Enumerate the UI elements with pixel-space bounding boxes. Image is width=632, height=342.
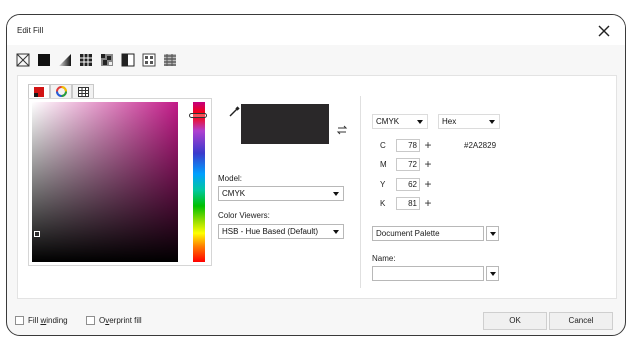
name-dropdown-button[interactable] (486, 266, 499, 281)
color-viewers-dropdown[interactable]: HSB - Hue Based (Default) (218, 224, 344, 239)
close-icon[interactable] (595, 22, 613, 40)
tab-color-harmonies[interactable] (50, 84, 72, 98)
yellow-stepper[interactable]: + (422, 177, 434, 191)
chevron-down-icon (490, 232, 496, 236)
tab-color-palettes[interactable] (72, 84, 94, 98)
saturation-brightness-square[interactable] (32, 102, 178, 262)
yellow-input[interactable]: 62 (396, 177, 420, 191)
postscript-fill-icon (164, 54, 176, 66)
yellow-label: Y (380, 179, 386, 189)
fountain-fill-icon (59, 54, 71, 66)
vector-pattern-fill-icon (80, 54, 92, 66)
overprint-fill-label: Overprint fill (99, 316, 142, 325)
chevron-down-icon (333, 230, 339, 234)
black-row: K 81 + (380, 196, 434, 210)
overprint-fill-checkbox[interactable] (86, 316, 95, 325)
no-fill-button[interactable] (15, 52, 31, 68)
fountain-fill-button[interactable] (57, 52, 73, 68)
chevron-down-icon (333, 192, 339, 196)
name-combobox[interactable] (372, 266, 500, 281)
hue-slider[interactable] (193, 102, 205, 262)
color-viewers-label: Color Viewers: (218, 211, 270, 220)
magenta-stepper[interactable]: + (422, 157, 434, 171)
color-selection-marker[interactable] (34, 231, 40, 237)
fill-settings-panel: Model: CMYK Color Viewers: HSB - Hue Bas… (17, 75, 617, 299)
two-color-pattern-fill-icon (121, 53, 135, 67)
magenta-label: M (380, 159, 387, 169)
color-palette-grid-icon (77, 86, 89, 97)
no-fill-icon (16, 53, 30, 67)
title-bar: Edit Fill (7, 15, 625, 45)
color-viewers-dropdown-value: HSB - Hue Based (Default) (222, 227, 319, 236)
bitmap-pattern-fill-button[interactable] (99, 52, 115, 68)
value-format-dropdown-value: Hex (442, 117, 457, 126)
color-model-icon (34, 86, 44, 97)
palette-dropdown-value[interactable]: Document Palette (372, 226, 484, 241)
chevron-down-icon (490, 272, 496, 276)
hex-value[interactable]: #2A2829 (464, 141, 496, 150)
postscript-fill-button[interactable] (162, 52, 178, 68)
hue-slider-handle[interactable] (189, 113, 207, 118)
dialog-footer: Fill winding Overprint fill OK Cancel (7, 307, 625, 335)
yellow-row: Y 62 + (380, 177, 434, 191)
model-dropdown[interactable]: CMYK (218, 186, 344, 201)
bitmap-pattern-fill-icon (101, 54, 113, 66)
cancel-button[interactable]: Cancel (549, 312, 613, 330)
cyan-label: C (380, 140, 386, 150)
color-model-dropdown-value: CMYK (376, 117, 400, 126)
panel-divider (360, 96, 361, 288)
black-label: K (380, 198, 386, 208)
black-input[interactable]: 81 (396, 196, 420, 210)
cyan-input[interactable]: 78 (396, 138, 420, 152)
current-color-swatch (241, 104, 329, 144)
magenta-input[interactable]: 72 (396, 157, 420, 171)
fill-type-toolbar (15, 51, 178, 69)
vector-pattern-fill-button[interactable] (78, 52, 94, 68)
value-format-dropdown[interactable]: Hex (438, 114, 500, 129)
edit-fill-dialog: Edit Fill Model: CMYK Color Viewers: HSB… (6, 14, 626, 336)
palette-dropdown[interactable]: Document Palette (372, 226, 500, 241)
tab-color-models[interactable] (28, 84, 50, 98)
fill-winding-checkbox[interactable] (15, 316, 24, 325)
cyan-row: C 78 + (380, 138, 434, 152)
fill-winding-label: Fill winding (28, 316, 68, 325)
eyedropper-icon[interactable] (228, 106, 240, 118)
color-picker-area (28, 98, 212, 266)
name-label: Name: (372, 254, 396, 263)
color-harmony-icon (55, 86, 67, 97)
black-stepper[interactable]: + (422, 196, 434, 210)
chevron-down-icon (417, 120, 423, 124)
color-model-dropdown[interactable]: CMYK (372, 114, 428, 129)
dialog-title: Edit Fill (17, 26, 44, 35)
uniform-fill-icon (38, 54, 50, 66)
name-input[interactable] (372, 266, 484, 281)
cyan-stepper[interactable]: + (422, 138, 434, 152)
uniform-fill-button[interactable] (36, 52, 52, 68)
texture-fill-icon (142, 53, 156, 67)
palette-dropdown-button[interactable] (486, 226, 499, 241)
model-label: Model: (218, 174, 243, 183)
model-dropdown-value: CMYK (222, 189, 246, 198)
picker-tabs (28, 84, 94, 98)
magenta-row: M 72 + (380, 157, 434, 171)
two-color-pattern-fill-button[interactable] (120, 52, 136, 68)
swap-color-icon[interactable] (336, 124, 348, 136)
ok-button[interactable]: OK (483, 312, 547, 330)
chevron-down-icon (489, 120, 495, 124)
texture-fill-button[interactable] (141, 52, 157, 68)
